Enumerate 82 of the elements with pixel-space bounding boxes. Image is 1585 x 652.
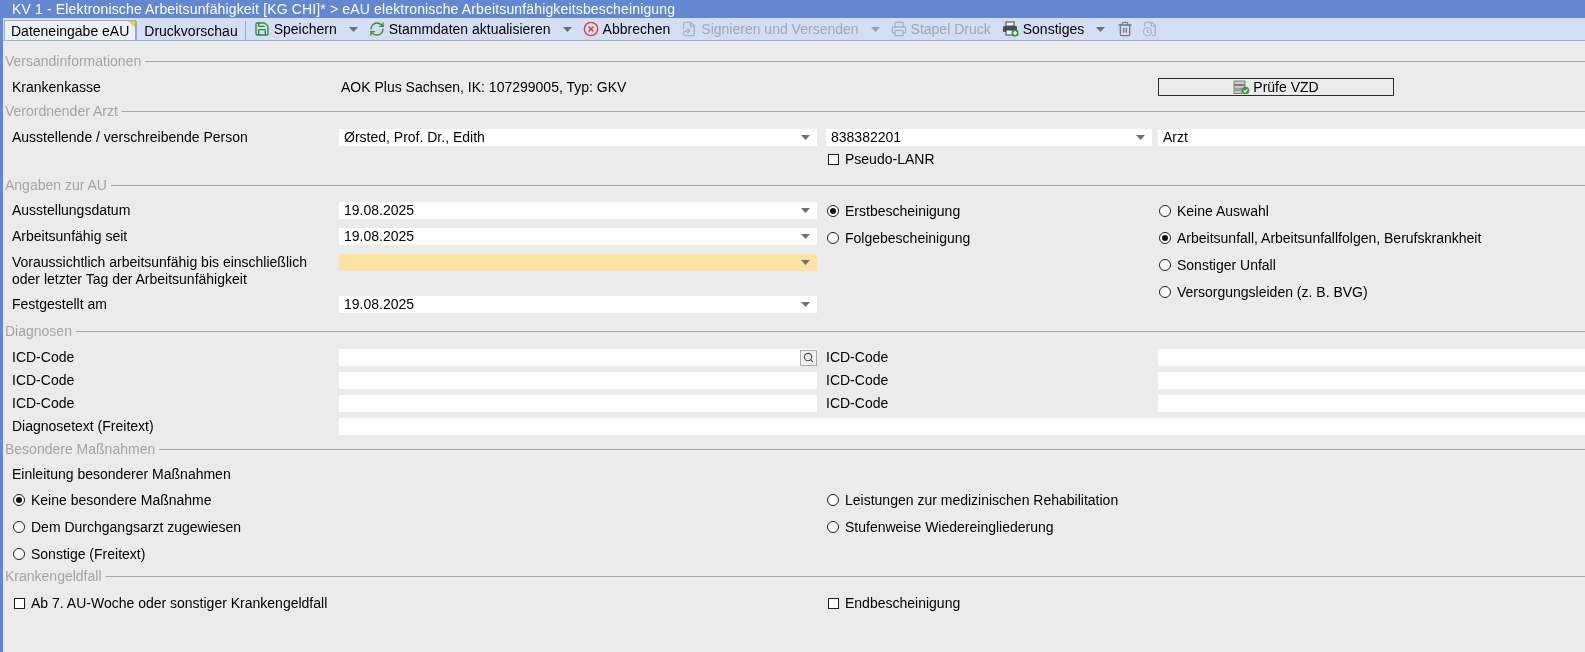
radio-button[interactable]	[1159, 205, 1171, 217]
field-label: Ausstellungsdatum	[12, 202, 131, 219]
radio-button[interactable]	[827, 521, 839, 533]
field-label: Festgestellt am	[12, 296, 107, 313]
radio-button[interactable]	[827, 494, 839, 506]
radio-label: Sonstige (Freitext)	[31, 545, 146, 563]
field-label: Diagnosetext (Freitext)	[12, 418, 154, 435]
field-label: ICD-Code	[826, 395, 889, 412]
refresh-button[interactable]: Stammdaten aktualisieren	[365, 18, 554, 40]
radio-button[interactable]	[1159, 259, 1171, 271]
save-button[interactable]: Speichern	[250, 18, 340, 40]
caret-icon[interactable]	[801, 208, 810, 213]
radio-button[interactable]	[13, 494, 25, 506]
radio-button[interactable]	[13, 521, 25, 533]
text-field[interactable]: Arzt	[1158, 128, 1585, 146]
refresh-icon	[368, 21, 385, 37]
printer-plus-icon	[1001, 21, 1019, 37]
date-field[interactable]	[339, 254, 817, 271]
cancel-button[interactable]: Abbrechen	[579, 18, 674, 40]
caret-icon[interactable]	[801, 260, 810, 265]
radio-label: Arbeitsunfall, Arbeitsunfallfolgen, Berufskrankheit	[1177, 229, 1482, 247]
more-button[interactable]: Sonstiges	[998, 18, 1088, 40]
caret-icon[interactable]	[1136, 134, 1145, 140]
caret-icon[interactable]	[348, 26, 358, 32]
checkbox-label: Pseudo-LANR	[845, 150, 935, 168]
field-label: Voraussichtlich arbeitsunfähig bis einschließlich oder letzter Tag der Arbeitsunfähigkeit	[12, 254, 307, 288]
date-field[interactable]: 19.08.2025	[339, 296, 817, 313]
caret-icon[interactable]	[1096, 26, 1106, 32]
radio-label: Keine besondere Maßnahme	[31, 491, 212, 509]
verify-button[interactable]: Prüfe VZD	[1158, 78, 1394, 96]
radio-label: Erstbescheinigung	[845, 202, 961, 220]
section-heading: Krankengeldfall	[4, 568, 102, 584]
radio-button[interactable]	[827, 205, 839, 217]
checkbox[interactable]	[828, 597, 839, 609]
radio-label: Sonstiger Unfall	[1177, 256, 1276, 274]
checkbox-label: Endbescheinigung	[845, 594, 961, 612]
checkbox[interactable]	[828, 153, 839, 165]
dropdown-field[interactable]: 838382201	[826, 128, 1152, 146]
field-label: ICD-Code	[12, 349, 75, 366]
tab[interactable]: Dateneingabe eAU	[4, 20, 137, 40]
field-label: ICD-Code	[12, 395, 75, 412]
tab[interactable]: Druckvorschau	[137, 20, 245, 40]
field-label: ICD-Code	[826, 372, 889, 389]
section-heading: Verordnender Arzt	[4, 103, 118, 119]
field-value: AOK Plus Sachsen, IK: 107299005, Typ: GKV	[340, 78, 627, 96]
section-heading: Angaben zur AU	[4, 177, 107, 193]
section-heading: Besondere Maßnahmen	[4, 441, 156, 457]
field-label: ICD-Code	[12, 372, 75, 389]
field-label: Einleitung besonderer Maßnahmen	[12, 465, 231, 483]
checkbox[interactable]	[14, 597, 25, 609]
radio-label: Stufenweise Wiedereingliederung	[845, 518, 1054, 536]
field-label: Krankenkasse	[12, 78, 101, 96]
caret-icon[interactable]	[801, 134, 810, 140]
section-heading: Versandinformationen	[4, 53, 142, 69]
date-field[interactable]: 19.08.2025	[339, 228, 817, 245]
window-title: KV 1 - Elektronische Arbeitsunfähigkeit [KG CHI]* > eAU elektronische Arbeitsunfähigkeitsbescheinigung	[0, 0, 1585, 18]
radio-label: Versorgungsleiden (z. B. BVG)	[1177, 283, 1368, 301]
search-icon[interactable]	[800, 349, 817, 366]
radio-label: Keine Auswahl	[1177, 202, 1269, 220]
field-label: ICD-Code	[826, 349, 889, 366]
radio-label: Leistungen zur medizinischen Rehabilitation	[845, 491, 1119, 509]
caret-icon[interactable]	[562, 26, 572, 32]
trash-icon[interactable]	[1117, 21, 1134, 37]
radio-button[interactable]	[1159, 286, 1171, 298]
radio-button[interactable]	[827, 232, 839, 244]
radio-label: Folgebescheinigung	[845, 229, 971, 247]
radio-button[interactable]	[1159, 232, 1171, 244]
dropdown-field[interactable]: Ørsted, Prof. Dr., Edith	[339, 128, 817, 146]
field-label: Ausstellende / verschreibende Person	[12, 128, 248, 146]
caret-icon[interactable]	[801, 302, 810, 307]
date-field[interactable]: 19.08.2025	[339, 202, 817, 219]
checkbox-label: Ab 7. AU-Woche oder sonstiger Krankengeldfall	[31, 594, 328, 612]
radio-label: Dem Durchgangsarzt zugewiesen	[31, 518, 242, 536]
radio-button[interactable]	[13, 548, 25, 560]
server-check-icon	[1233, 79, 1251, 95]
input-field[interactable]	[339, 349, 817, 366]
caret-icon[interactable]	[801, 234, 810, 239]
field-label: Arbeitsunfähig seit	[12, 228, 128, 245]
printer-icon	[890, 21, 907, 37]
section-heading: Diagnosen	[4, 323, 72, 339]
document-arrow-icon	[681, 21, 698, 37]
cancel-icon	[582, 21, 599, 37]
